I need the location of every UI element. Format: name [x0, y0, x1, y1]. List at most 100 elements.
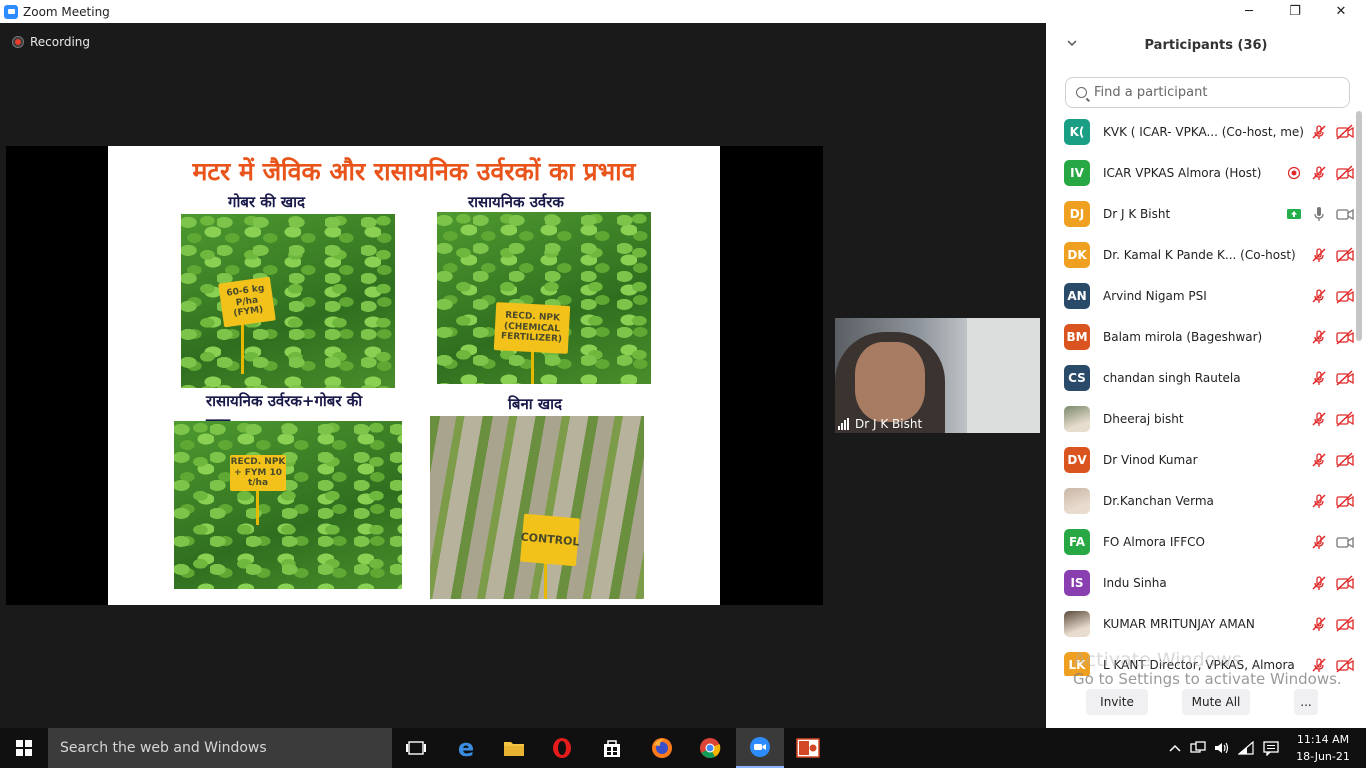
participant-row[interactable]: DV Dr Vinod Kumar: [1046, 439, 1354, 480]
camera-off-icon[interactable]: [1336, 246, 1354, 263]
video-tile[interactable]: Dr J K Bisht: [835, 318, 1040, 433]
participant-row[interactable]: Dheeraj bisht: [1046, 398, 1354, 439]
store-icon[interactable]: [588, 728, 636, 768]
avatar: BM: [1064, 323, 1090, 350]
camera-off-icon[interactable]: [1336, 492, 1354, 509]
chevron-up-icon[interactable]: [1166, 728, 1184, 768]
camera-off-icon[interactable]: [1336, 615, 1354, 632]
mic-muted-icon[interactable]: [1311, 534, 1327, 550]
windows-logo-icon: [16, 740, 32, 756]
mic-muted-icon[interactable]: [1311, 124, 1327, 140]
mute-all-button[interactable]: Mute All: [1182, 689, 1250, 715]
mic-muted-icon[interactable]: [1311, 575, 1327, 591]
edge-icon[interactable]: e: [442, 728, 490, 768]
clock-time: 11:14 AM: [1296, 733, 1350, 746]
participant-row[interactable]: FA FO Almora IFFCO: [1046, 521, 1354, 562]
participant-row[interactable]: AN Arvind Nigam PSI: [1046, 275, 1354, 316]
video-tile-name: Dr J K Bisht: [855, 417, 923, 431]
mic-muted-icon[interactable]: [1311, 288, 1327, 304]
panel-header: Participants (36): [1046, 23, 1366, 68]
slide-title: मटर में जैविक और रासायनिक उर्वरकों का प्…: [192, 157, 636, 186]
windows-taskbar: Search the web and Windows e 11:14 AM 18…: [0, 728, 1366, 768]
participant-row[interactable]: IS Indu Sinha: [1046, 562, 1354, 603]
mic-muted-icon[interactable]: [1311, 411, 1327, 427]
camera-off-icon[interactable]: [1336, 574, 1354, 591]
slide-caption: बिना खाद: [508, 395, 563, 413]
invite-button[interactable]: Invite: [1086, 689, 1148, 715]
window-titlebar: Zoom Meeting ─ ❐ ✕: [0, 0, 1366, 23]
participant-row[interactable]: Dr.Kanchan Verma: [1046, 480, 1354, 521]
mic-muted-icon[interactable]: [1311, 247, 1327, 263]
participant-row[interactable]: DJ Dr J K Bisht: [1046, 193, 1354, 234]
participants-title: Participants (36): [1144, 38, 1268, 53]
recording-label: Recording: [30, 35, 91, 49]
avatar: FA: [1064, 528, 1090, 555]
signal-strength-icon: [838, 418, 850, 430]
task-view-icon[interactable]: [392, 728, 440, 768]
camera-icon[interactable]: [1336, 534, 1354, 550]
slide-caption: रासायनिक उर्वरक: [468, 193, 564, 211]
scrollbar[interactable]: [1356, 111, 1362, 341]
notifications-icon[interactable]: [1260, 728, 1282, 768]
maximize-button[interactable]: ❐: [1272, 0, 1318, 23]
close-button[interactable]: ✕: [1318, 0, 1364, 23]
watermark-title: Activate Windows: [1073, 649, 1242, 671]
participants-list: K(KVK ( ICAR- VPKA... (Co-host, me) IV ICA…: [1046, 111, 1354, 676]
more-button[interactable]: ...: [1294, 689, 1318, 715]
window-title: Zoom Meeting: [23, 4, 110, 19]
camera-off-icon[interactable]: [1336, 328, 1354, 345]
recording-icon[interactable]: [1286, 165, 1302, 181]
camera-off-icon[interactable]: [1336, 164, 1354, 181]
camera-off-icon[interactable]: [1336, 369, 1354, 386]
participant-row[interactable]: DK Dr. Kamal K Pande K... (Co-host): [1046, 234, 1354, 275]
mic-muted-icon[interactable]: [1311, 165, 1327, 181]
participant-search[interactable]: [1065, 77, 1350, 108]
file-explorer-icon[interactable]: [490, 728, 538, 768]
camera-icon[interactable]: [1336, 206, 1354, 222]
zoom-taskbar-icon[interactable]: [736, 728, 784, 768]
camera-off-icon[interactable]: [1336, 287, 1354, 304]
minimize-button[interactable]: ─: [1226, 0, 1272, 23]
crop-photo-control: CONTROL: [430, 416, 644, 599]
slide-caption: गोबर की खाद: [228, 193, 305, 211]
avatar: IS: [1064, 569, 1090, 596]
watermark-subtitle: Go to Settings to activate Windows.: [1073, 670, 1342, 688]
crop-photo-fym: 60-6 kg P/ha (FYM): [181, 214, 395, 388]
mic-muted-icon[interactable]: [1311, 370, 1327, 386]
record-icon: [12, 36, 24, 48]
mic-muted-icon[interactable]: [1311, 616, 1327, 632]
plot-sign: 60-6 kg P/ha (FYM): [218, 276, 276, 328]
meeting-area: Recording मटर में जैविक और रासायनिक उर्व…: [0, 23, 1046, 728]
camera-off-icon[interactable]: [1336, 410, 1354, 427]
avatar-photo: [1064, 487, 1090, 514]
camera-off-icon[interactable]: [1336, 123, 1354, 140]
presentation-app-icon[interactable]: [784, 728, 832, 768]
taskbar-search[interactable]: Search the web and Windows: [48, 728, 392, 768]
mic-icon[interactable]: [1311, 206, 1327, 222]
share-screen-icon[interactable]: [1286, 206, 1302, 222]
mic-muted-icon[interactable]: [1311, 493, 1327, 509]
plot-sign: RECD. NPK + FYM 10 t/ha: [230, 455, 286, 491]
chevron-down-icon[interactable]: [1066, 37, 1078, 52]
firefox-icon[interactable]: [638, 728, 686, 768]
chrome-icon[interactable]: [686, 728, 734, 768]
zoom-app-icon: [4, 4, 18, 19]
opera-icon[interactable]: [538, 728, 586, 768]
participant-row[interactable]: KUMAR MRITUNJAY AMAN: [1046, 603, 1354, 644]
start-button[interactable]: [0, 728, 48, 768]
recording-indicator[interactable]: Recording: [12, 35, 90, 49]
taskbar-clock[interactable]: 11:14 AM 18-Jun-21: [1290, 731, 1356, 765]
search-input[interactable]: [1094, 85, 1334, 100]
mic-muted-icon[interactable]: [1311, 452, 1327, 468]
shared-slide: मटर में जैविक और रासायनिक उर्वरकों का प्…: [108, 146, 720, 605]
participant-row[interactable]: BM Balam mirola (Bageshwar): [1046, 316, 1354, 357]
network-icon[interactable]: [1188, 728, 1208, 768]
participant-row[interactable]: IV ICAR VPKAS Almora (Host): [1046, 152, 1354, 193]
avatar-photo: [1064, 405, 1090, 432]
participant-row[interactable]: K(KVK ( ICAR- VPKA... (Co-host, me): [1046, 111, 1354, 152]
participant-row[interactable]: CS chandan singh Rautela: [1046, 357, 1354, 398]
camera-off-icon[interactable]: [1336, 451, 1354, 468]
mic-muted-icon[interactable]: [1311, 329, 1327, 345]
wifi-icon[interactable]: [1236, 728, 1256, 768]
volume-icon[interactable]: [1212, 728, 1232, 768]
